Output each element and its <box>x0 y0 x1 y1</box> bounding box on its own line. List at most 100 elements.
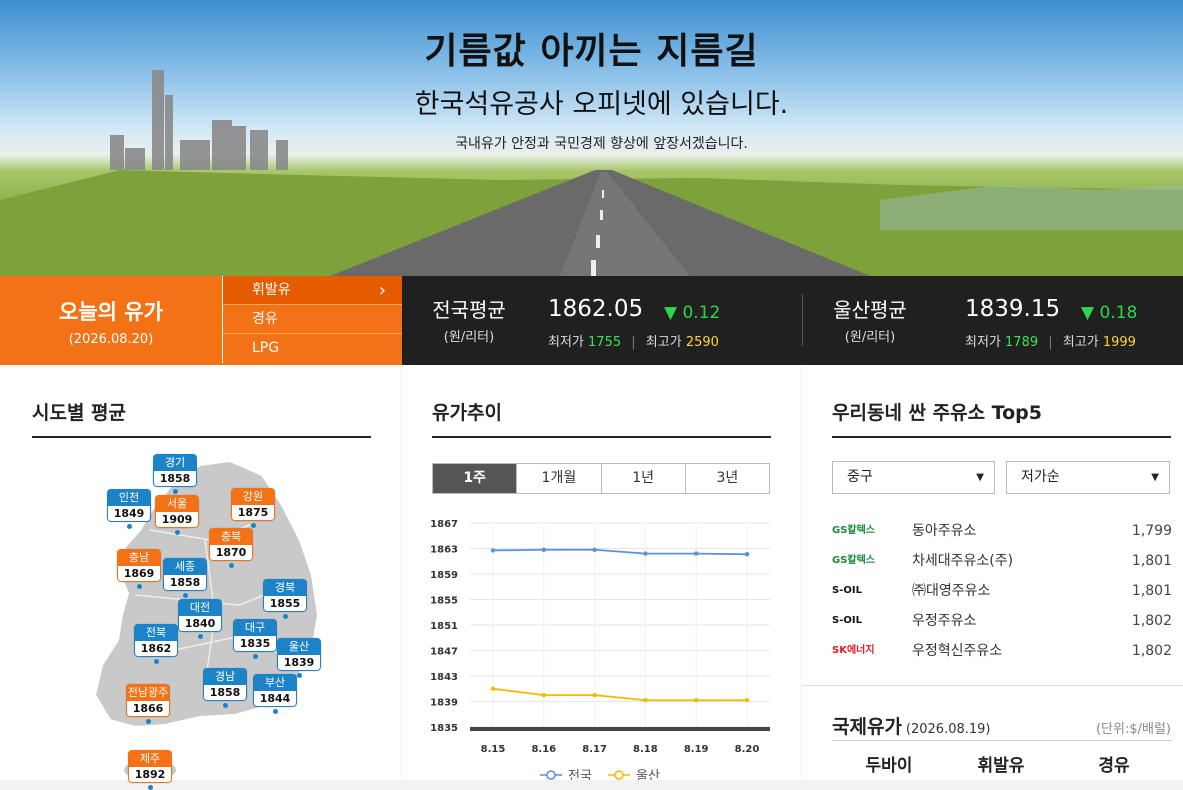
district-select[interactable]: 중구 ▼ <box>832 461 995 494</box>
data-point <box>541 692 546 698</box>
intl-header-dubai: 두바이 <box>865 756 913 776</box>
y-tick-label: 1851 <box>430 621 458 632</box>
max-label: 최고가 <box>1062 335 1099 350</box>
section-divider <box>802 685 1183 686</box>
intl-header-line <box>832 740 1172 741</box>
hero-tagline: 국내유가 안정과 국민경제 향상에 앞장서겠습니다. <box>455 136 748 152</box>
region-badge[interactable]: 충남 1869 <box>117 549 161 582</box>
tab-3-years[interactable]: 3년 <box>684 464 769 493</box>
region-name: 대전 <box>178 599 222 616</box>
fuel-tab-lpg[interactable]: LPG <box>222 334 402 363</box>
y-tick-label: 1847 <box>430 647 458 658</box>
station-row[interactable]: S-OIL ㈜대영주유소 1,801 <box>832 576 1172 606</box>
national-average-value: 1862.05 <box>548 296 644 322</box>
region-badge[interactable]: 제주 1892 <box>128 750 172 783</box>
sort-select[interactable]: 저가순 ▼ <box>1006 461 1170 494</box>
region-marker-dot <box>154 659 159 664</box>
y-tick-label: 1835 <box>430 723 458 734</box>
region-name: 경북 <box>263 579 307 596</box>
brand-logo-icon: S-OIL <box>832 615 862 626</box>
hero-banner: 기름값 아끼는 지름길 한국석유공사 오피넷에 있습니다. 국내유가 안정과 국… <box>0 0 1183 276</box>
separator: | <box>631 335 636 350</box>
max-value: 1999 <box>1102 335 1136 350</box>
region-badge[interactable]: 강원 1875 <box>231 488 275 521</box>
station-row[interactable]: S-OIL 우정주유소 1,802 <box>832 606 1172 636</box>
region-name: 경남 <box>203 668 247 685</box>
region-price: 1869 <box>117 566 161 582</box>
station-price: 1,802 <box>1131 613 1172 629</box>
region-badge[interactable]: 경북 1855 <box>263 579 307 612</box>
price-trend-chart: 1867 1863 1859 1855 1851 1847 1843 1839 1835 8.15… <box>430 519 770 780</box>
fuel-type-menu: 휘발유 › 경유 LPG <box>222 276 402 365</box>
data-point <box>541 547 546 552</box>
district-select-value: 중구 <box>847 469 873 485</box>
tab-1-week[interactable]: 1주 <box>433 464 517 493</box>
region-price: 1870 <box>209 545 253 561</box>
fuel-tab-gasoline[interactable]: 휘발유 › <box>222 276 402 305</box>
region-name: 충남 <box>117 549 161 566</box>
region-marker-dot <box>137 584 142 589</box>
station-name: 우정주유소 <box>912 613 977 629</box>
tab-1-month[interactable]: 1개월 <box>516 464 600 493</box>
ulsan-average: 울산평균 (원/리터) 1839.15 ▼ 0.18 최저가 1789 | 최고… <box>815 276 1183 365</box>
region-price: 1875 <box>231 505 275 521</box>
fuel-tab-diesel[interactable]: 경유 <box>222 305 402 334</box>
station-price: 1,801 <box>1131 553 1172 569</box>
region-marker-dot <box>148 785 153 790</box>
region-marker-dot <box>229 563 234 568</box>
region-price: 1866 <box>126 701 170 717</box>
min-label: 최저가 <box>548 335 584 350</box>
tab-1-year[interactable]: 1년 <box>600 464 685 493</box>
region-badge[interactable]: 인천 1849 <box>107 489 151 522</box>
region-name: 경기 <box>153 454 197 471</box>
region-price: 1858 <box>153 471 197 487</box>
region-name: 울산 <box>277 638 321 655</box>
brand-logo-icon: GS칼텍스 <box>832 555 876 566</box>
intl-price-title: 국제유가 (2026.08.19) <box>832 712 991 739</box>
legend-marker <box>546 770 556 780</box>
region-marker-dot <box>273 709 278 714</box>
region-marker-dot <box>283 614 288 619</box>
region-badge[interactable]: 대전 1840 <box>178 599 222 632</box>
region-name: 대구 <box>233 619 277 636</box>
region-marker-dot <box>127 524 132 529</box>
region-badge[interactable]: 전남광주 1866 <box>126 684 170 717</box>
region-price: 1855 <box>263 596 307 612</box>
x-tick-label: 8.16 <box>531 744 556 755</box>
brand-logo-icon: S-OIL <box>832 585 862 596</box>
dropdown-arrow-icon: ▼ <box>976 472 984 483</box>
region-marker-dot <box>175 530 180 535</box>
region-badge[interactable]: 세종 1858 <box>163 558 207 591</box>
region-badge[interactable]: 부산 1844 <box>253 674 297 707</box>
region-marker-dot <box>198 634 203 639</box>
region-badge[interactable]: 경기 1858 <box>153 454 197 487</box>
intl-header-diesel: 경유 <box>1098 756 1130 776</box>
chevron-right-icon: › <box>378 280 386 301</box>
region-badge[interactable]: 충북 1870 <box>209 528 253 561</box>
data-point <box>643 551 648 556</box>
region-price: 1858 <box>203 685 247 701</box>
station-price: 1,799 <box>1131 523 1172 539</box>
station-row[interactable]: GS칼텍스 동아주유소 1,799 <box>832 516 1172 546</box>
data-point <box>490 686 496 691</box>
station-row[interactable]: SK에너지 우정혁신주유소 1,802 <box>832 636 1172 666</box>
region-badge[interactable]: 경남 1858 <box>203 668 247 701</box>
today-date: (2026.08.20) <box>68 332 154 347</box>
region-name: 전남광주 <box>126 684 170 701</box>
station-name: 우정혁신주유소 <box>912 643 1003 659</box>
station-row[interactable]: GS칼텍스 차세대주유소(주) 1,801 <box>832 546 1172 576</box>
y-tick-label: 1855 <box>430 596 458 607</box>
station-price: 1,801 <box>1131 583 1172 599</box>
ulsan-average-label: 울산평균 <box>833 298 907 322</box>
hero-subtitle: 한국석유공사 오피넷에 있습니다. <box>414 89 789 120</box>
x-tick-label: 8.15 <box>481 744 506 755</box>
legend-marker <box>614 770 624 780</box>
region-marker-dot <box>173 489 178 494</box>
top5-panel-title: 우리동네 싼 주유소 Top5 <box>832 402 1042 424</box>
station-name: ㈜대영주유소 <box>912 583 991 599</box>
region-badge[interactable]: 대구 1835 <box>233 619 277 652</box>
region-badge[interactable]: 전북 1862 <box>134 624 178 657</box>
region-badge[interactable]: 서울 1909 <box>155 495 199 528</box>
region-badge[interactable]: 울산 1839 <box>277 638 321 671</box>
ulsan-min-max: 최저가 1789 | 최고가 1999 <box>965 331 1136 350</box>
